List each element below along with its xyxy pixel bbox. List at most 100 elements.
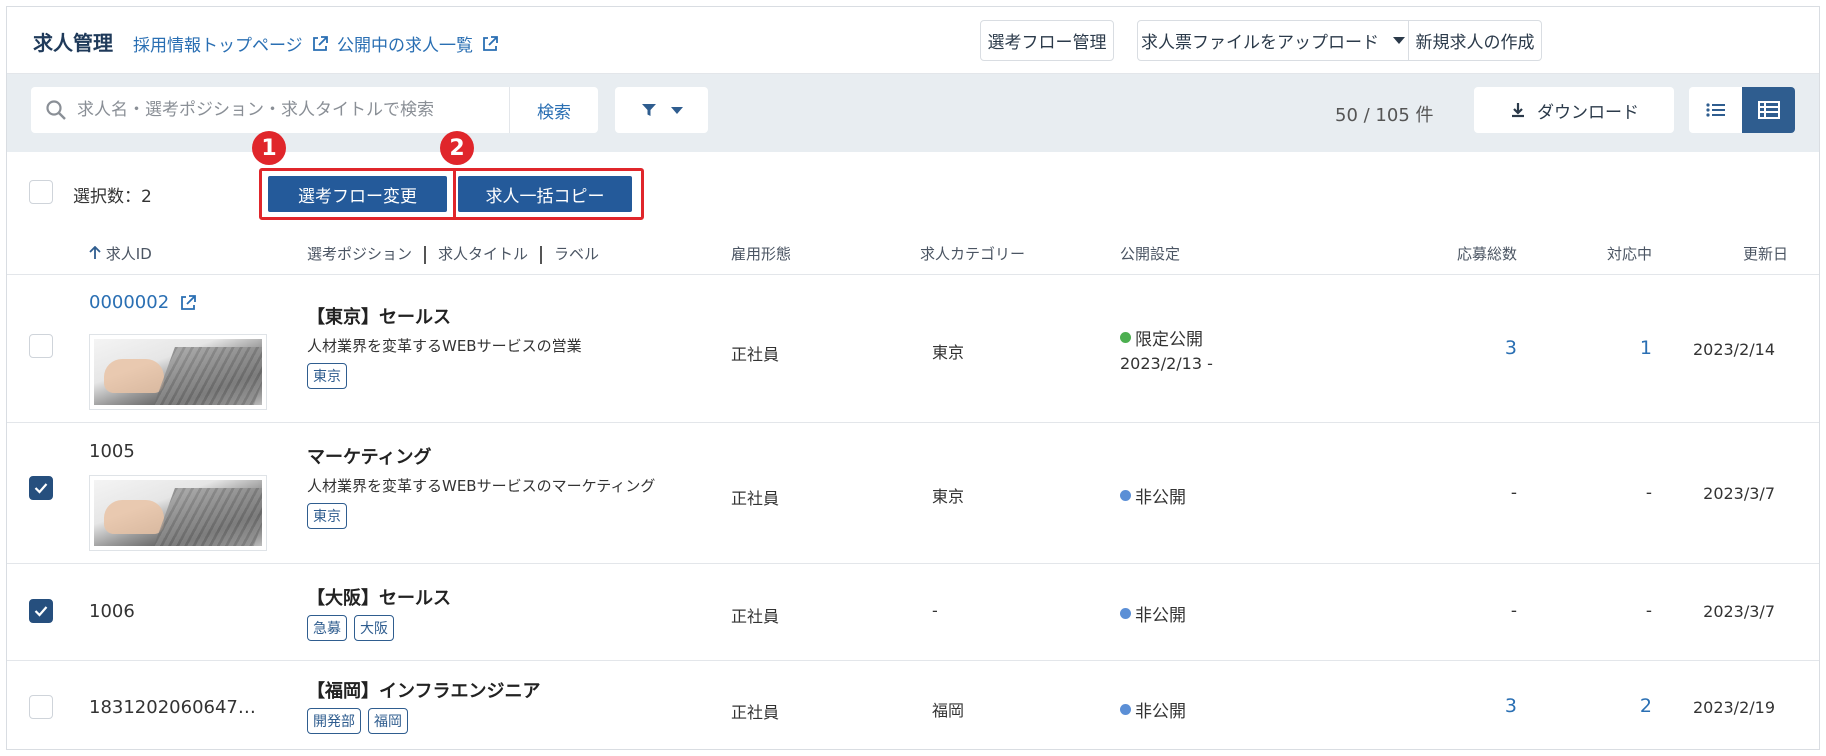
job-category: 東京 bbox=[932, 487, 965, 506]
applications-count: - bbox=[1510, 601, 1517, 621]
column-id[interactable]: 求人ID bbox=[89, 243, 152, 264]
status-dot bbox=[1120, 332, 1131, 343]
arrow-up-icon bbox=[89, 245, 101, 259]
job-tags: 開発部 福岡 bbox=[307, 708, 408, 734]
external-link-icon bbox=[483, 35, 498, 51]
change-flow-button[interactable]: 選考フロー変更 bbox=[268, 176, 447, 212]
column-applications[interactable]: 応募総数 bbox=[1427, 243, 1517, 264]
column-id-label: 求人ID bbox=[105, 245, 152, 263]
chevron-down-icon bbox=[1393, 37, 1405, 44]
bulk-copy-button[interactable]: 求人一括コピー bbox=[458, 176, 632, 212]
selection-bar: 選択数：2 1 2 選考フロー変更 求人一括コピー bbox=[7, 131, 1819, 232]
tag: 東京 bbox=[307, 503, 347, 529]
status-label: 限定公開 bbox=[1135, 330, 1203, 350]
download-icon bbox=[1512, 103, 1524, 118]
marker-1: 1 bbox=[252, 131, 286, 165]
status-date: 2023/2/13 - bbox=[1120, 354, 1213, 373]
view-toggle bbox=[1689, 87, 1795, 133]
open-jobs-link[interactable]: 公開中の求人一覧 bbox=[337, 31, 499, 56]
job-tags: 急募 大阪 bbox=[307, 615, 394, 641]
check-icon bbox=[34, 606, 48, 617]
table-row[interactable]: 0000002 【東京】セールス 人材業界を変革するWEBサービスの営業 東京 … bbox=[7, 275, 1819, 423]
visibility-status: 限定公開 bbox=[1120, 325, 1203, 350]
employment-type: 正社員 bbox=[731, 703, 780, 722]
row-checkbox[interactable] bbox=[29, 695, 53, 719]
job-id: 1005 bbox=[89, 441, 135, 462]
flow-management-button[interactable]: 選考フロー管理 bbox=[980, 20, 1114, 61]
job-title: 【福岡】インフラエンジニア bbox=[307, 681, 541, 702]
download-button[interactable]: ダウンロード bbox=[1474, 87, 1674, 133]
applications-count[interactable]: 3 bbox=[1427, 695, 1517, 717]
job-id-link[interactable]: 0000002 bbox=[89, 292, 197, 313]
tag: 急募 bbox=[307, 615, 347, 641]
list-view-button[interactable] bbox=[1689, 87, 1742, 133]
status-dot bbox=[1120, 490, 1131, 501]
search-box: 検索 bbox=[31, 87, 598, 133]
highlight-box: 1 2 選考フロー変更 求人一括コピー bbox=[252, 131, 644, 220]
employment-type: 正社員 bbox=[731, 345, 780, 364]
job-description: 人材業界を変革するWEBサービスのマーケティング bbox=[307, 477, 656, 495]
external-link-icon bbox=[312, 35, 328, 51]
selection-count: 選択数：2 bbox=[73, 187, 152, 207]
visibility-status: 非公開 bbox=[1120, 483, 1186, 508]
search-button[interactable]: 検索 bbox=[509, 87, 598, 133]
in-progress-count[interactable]: 1 bbox=[1567, 337, 1652, 359]
table-icon bbox=[1757, 101, 1780, 119]
job-title: マーケティング bbox=[307, 447, 432, 468]
updated-date: 2023/2/14 bbox=[1692, 340, 1775, 359]
job-category: - bbox=[932, 601, 938, 620]
careers-top-link[interactable]: 採用情報トップページ bbox=[133, 31, 329, 56]
applications-count[interactable]: 3 bbox=[1427, 337, 1517, 359]
in-progress-count[interactable]: 2 bbox=[1567, 695, 1652, 717]
table-header: 求人ID 選考ポジション 求人タイトル ラベル 雇用形態 求人カテゴリー 公開設定 … bbox=[7, 232, 1819, 275]
job-category: 東京 bbox=[932, 343, 965, 362]
row-checkbox[interactable] bbox=[29, 334, 53, 358]
visibility-status: 非公開 bbox=[1120, 601, 1186, 626]
marker-2: 2 bbox=[440, 131, 474, 165]
column-position-group: 選考ポジション 求人タイトル ラベル bbox=[307, 243, 599, 264]
column-in-progress[interactable]: 対応中 bbox=[1567, 243, 1652, 264]
upload-button[interactable]: 求人票ファイルをアップロード bbox=[1137, 20, 1409, 61]
employment-type: 正社員 bbox=[731, 607, 780, 626]
upload-button-label: 求人票ファイルをアップロード bbox=[1141, 33, 1379, 53]
applications-count: - bbox=[1510, 483, 1517, 503]
table-view-button[interactable] bbox=[1742, 87, 1795, 133]
job-tags: 東京 bbox=[307, 503, 347, 529]
select-all-checkbox[interactable] bbox=[29, 180, 53, 204]
job-id: 1831202060647… bbox=[89, 697, 256, 718]
column-visibility[interactable]: 公開設定 bbox=[1120, 243, 1180, 264]
updated-date: 2023/3/7 bbox=[1703, 484, 1775, 503]
job-thumbnail bbox=[89, 475, 267, 551]
visibility-status: 非公開 bbox=[1120, 697, 1186, 722]
column-updated[interactable]: 更新日 bbox=[1687, 243, 1788, 264]
column-category[interactable]: 求人カテゴリー bbox=[920, 243, 1025, 264]
job-description: 人材業界を変革するWEBサービスの営業 bbox=[307, 337, 582, 355]
job-id: 1006 bbox=[89, 601, 135, 622]
column-employment[interactable]: 雇用形態 bbox=[731, 243, 791, 264]
job-tags: 東京 bbox=[307, 363, 347, 389]
divider bbox=[453, 171, 456, 217]
row-checkbox[interactable] bbox=[29, 599, 53, 623]
status-dot bbox=[1120, 608, 1131, 619]
column-job-title[interactable]: 求人タイトル bbox=[438, 245, 528, 263]
search-icon bbox=[46, 100, 66, 120]
filter-button[interactable] bbox=[615, 87, 708, 133]
tag: 開発部 bbox=[307, 708, 361, 734]
table-row[interactable]: 1006 【大阪】セールス 急募 大阪 正社員 - 非公開 - - 2023/3… bbox=[7, 564, 1819, 661]
page-header: 求人管理 採用情報トップページ 公開中の求人一覧 選考フロー管理 求人票ファイル… bbox=[7, 7, 1819, 74]
table-row[interactable]: 1831202060647… 【福岡】インフラエンジニア 開発部 福岡 正社員 … bbox=[7, 661, 1819, 749]
job-title: 【東京】セールス bbox=[307, 307, 451, 328]
column-label[interactable]: ラベル bbox=[554, 245, 599, 263]
external-link-icon bbox=[181, 294, 197, 310]
in-progress-count: - bbox=[1645, 483, 1652, 503]
table-row[interactable]: 1005 マーケティング 人材業界を変革するWEBサービスのマーケティング 東京… bbox=[7, 423, 1819, 564]
row-checkbox[interactable] bbox=[29, 476, 53, 500]
tag: 東京 bbox=[307, 363, 347, 389]
search-input[interactable] bbox=[77, 87, 497, 133]
filter-icon bbox=[641, 104, 656, 116]
column-position[interactable]: 選考ポジション bbox=[307, 245, 412, 263]
new-job-button[interactable]: 新規求人の作成 bbox=[1408, 20, 1542, 61]
job-category: 福岡 bbox=[932, 701, 965, 720]
employment-type: 正社員 bbox=[731, 489, 780, 508]
job-management-panel: 求人管理 採用情報トップページ 公開中の求人一覧 選考フロー管理 求人票ファイル… bbox=[6, 6, 1820, 750]
